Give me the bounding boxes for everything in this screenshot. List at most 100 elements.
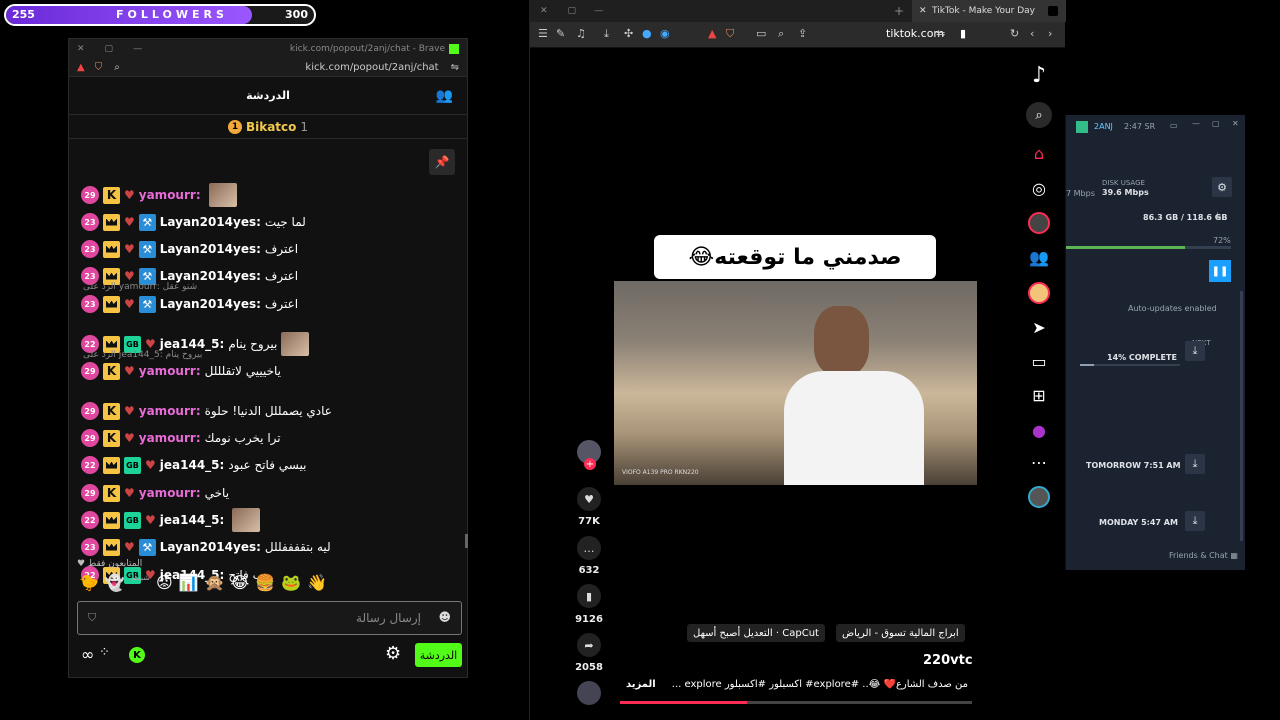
emote-icon[interactable]: شبيط <box>131 573 150 597</box>
username[interactable]: yamourr: <box>139 188 201 202</box>
username[interactable]: Layan2014yes: <box>160 269 261 283</box>
forward-icon[interactable]: › <box>1048 27 1052 40</box>
emote-icon[interactable]: 🐤 <box>79 573 99 597</box>
gear-icon[interactable]: ⚙ <box>385 643 401 664</box>
music-disc-icon[interactable] <box>577 681 601 705</box>
username[interactable]: yamourr: <box>139 486 201 500</box>
follow-plus-icon[interactable]: + <box>584 458 596 470</box>
warning-icon[interactable]: ▲ <box>708 27 716 40</box>
username[interactable]: Layan2014yes: <box>160 242 261 256</box>
extension-icon[interactable]: ◉ <box>660 27 670 40</box>
friends-icon[interactable]: 👥 <box>1021 248 1057 267</box>
minimize-icon[interactable]: — <box>594 6 603 16</box>
download-icon[interactable]: ⤓ <box>1185 341 1205 361</box>
pin-icon[interactable]: ✎ <box>556 27 565 40</box>
emote-icon[interactable]: 👻 <box>105 573 125 597</box>
monitor-icon[interactable]: ▭ <box>1170 121 1178 130</box>
tiktok-logo-icon[interactable]: ♪ <box>1021 63 1057 88</box>
ai-icon[interactable]: ● <box>1021 421 1057 440</box>
username[interactable]: yamourr: <box>139 364 201 378</box>
close-icon[interactable]: ✕ <box>77 44 85 54</box>
brave-shield-icon[interactable]: ⛉ <box>726 27 734 41</box>
live-avatar-icon[interactable] <box>1021 282 1057 304</box>
extension-icon[interactable]: ● <box>642 27 652 40</box>
tune-icon[interactable]: ⇋ <box>451 62 459 73</box>
share-icon[interactable]: ➦ <box>577 633 601 657</box>
close-icon[interactable]: ✕ <box>1232 119 1239 128</box>
search-icon[interactable]: ⌕ <box>114 62 120 73</box>
download-icon[interactable]: ⤓ <box>1216 211 1220 221</box>
friends-chat-button[interactable]: Friends & Chat ▦ <box>1169 551 1238 560</box>
emote-icon[interactable]: 😡 <box>156 573 173 597</box>
minimize-icon[interactable]: — <box>133 44 142 54</box>
screen-icon[interactable]: ▭ <box>756 27 766 40</box>
profile-avatar[interactable] <box>1021 486 1057 508</box>
maximize-icon[interactable]: ▢ <box>568 6 577 16</box>
tab-close-icon[interactable]: ✕ <box>919 6 927 16</box>
gear-icon[interactable]: ⚙ <box>1212 177 1232 197</box>
maximize-icon[interactable]: ▢ <box>1212 119 1220 128</box>
search-icon[interactable]: ⌕ <box>1021 102 1057 128</box>
username[interactable]: Layan2014yes: <box>160 540 261 554</box>
download-icon[interactable]: ⤓ <box>1185 454 1205 474</box>
download-icon[interactable]: ⤓ <box>604 27 609 41</box>
username[interactable]: jea144_5: <box>160 513 225 527</box>
pin-icon[interactable]: 📌 <box>429 149 455 175</box>
chat-input[interactable]: ⛉ إرسال رسالة ☻ <box>77 601 462 635</box>
comment-icon[interactable]: … <box>577 536 601 560</box>
username[interactable]: jea144_5: <box>160 337 225 351</box>
new-tab-icon[interactable]: + <box>894 4 904 18</box>
shield-icon[interactable]: ⛉ <box>88 611 96 625</box>
like-icon[interactable]: ♥ <box>577 487 601 511</box>
more-icon[interactable]: ⋯ <box>1021 453 1057 472</box>
emote-icon[interactable]: 📊 <box>179 573 199 597</box>
video-progress[interactable] <box>620 701 972 704</box>
emote-icon[interactable]: 🐸 <box>281 573 301 597</box>
send-button[interactable]: الدردشة <box>415 643 462 667</box>
scrollbar[interactable] <box>1240 291 1243 541</box>
emote-bar[interactable]: 🐤 👻 شبيط 😡 📊 🙊 😂 🍔 🐸 👋 <box>79 573 327 597</box>
pause-button[interactable]: ❚❚ <box>1209 260 1231 282</box>
download-icon[interactable]: ⤓ <box>1185 511 1205 531</box>
scrollbar[interactable] <box>465 534 468 548</box>
home-icon[interactable]: ⌂ <box>1021 144 1057 163</box>
more-link[interactable]: المزيد <box>626 679 656 690</box>
video-frame[interactable]: VIOFO A139 PRO RKN220 <box>614 281 977 485</box>
author-name[interactable]: 220vtc <box>923 653 973 668</box>
username[interactable]: Layan2014yes: <box>160 215 261 229</box>
emote-icon[interactable]: 🙊 <box>205 573 225 597</box>
tune-icon[interactable]: ⇋ <box>936 27 945 40</box>
minimize-icon[interactable]: — <box>1192 119 1200 128</box>
reload-icon[interactable]: ↻ <box>1010 27 1019 40</box>
username[interactable]: jea144_5: <box>160 458 225 472</box>
back-icon[interactable]: ‹ <box>1030 27 1034 40</box>
dots-icon[interactable]: ⁘ <box>99 645 110 660</box>
search-icon[interactable]: ⌕ <box>778 27 784 41</box>
upload-icon[interactable]: ⊞ <box>1021 386 1057 405</box>
users-icon[interactable]: 👥 <box>436 88 453 104</box>
steam-user[interactable]: 2ANJ <box>1094 122 1113 131</box>
emote-icon[interactable]: 👋 <box>307 573 327 597</box>
brave-warning-icon[interactable]: ▲ <box>77 62 85 73</box>
emote-icon[interactable]: 🍔 <box>255 573 275 597</box>
tag-chip[interactable]: CapCut · التعديل أصبح أسهل <box>687 624 825 642</box>
username[interactable]: yamourr: <box>139 431 201 445</box>
username[interactable]: yamourr: <box>139 404 201 418</box>
explore-icon[interactable]: ◎ <box>1021 179 1057 198</box>
live-avatar-icon[interactable] <box>1021 212 1057 234</box>
emote-icon[interactable]: 😂 <box>231 573 250 597</box>
messages-icon[interactable]: ➤ <box>1021 318 1057 337</box>
tag-chip[interactable]: ابراج المالية تسوق - الرياض <box>836 624 965 642</box>
pinned-user[interactable]: Bikatco <box>246 120 296 134</box>
close-icon[interactable]: ✕ <box>540 6 548 16</box>
brave-shield-icon[interactable]: ⛉ <box>95 62 103 73</box>
puzzle-icon[interactable]: ✣ <box>624 27 633 40</box>
maximize-icon[interactable]: ▢ <box>105 44 114 54</box>
emoji-icon[interactable]: ☻ <box>438 610 451 624</box>
menu-icon[interactable]: ☰ <box>538 27 548 40</box>
inbox-icon[interactable]: ▭ <box>1021 352 1057 371</box>
kick-logo-icon[interactable]: K <box>129 647 145 663</box>
bookmark-icon[interactable]: ▮ <box>960 27 966 40</box>
share-icon[interactable]: ⇪ <box>798 27 807 40</box>
tab-tiktok[interactable]: ✕ TikTok - Make Your Day <box>912 0 1066 22</box>
